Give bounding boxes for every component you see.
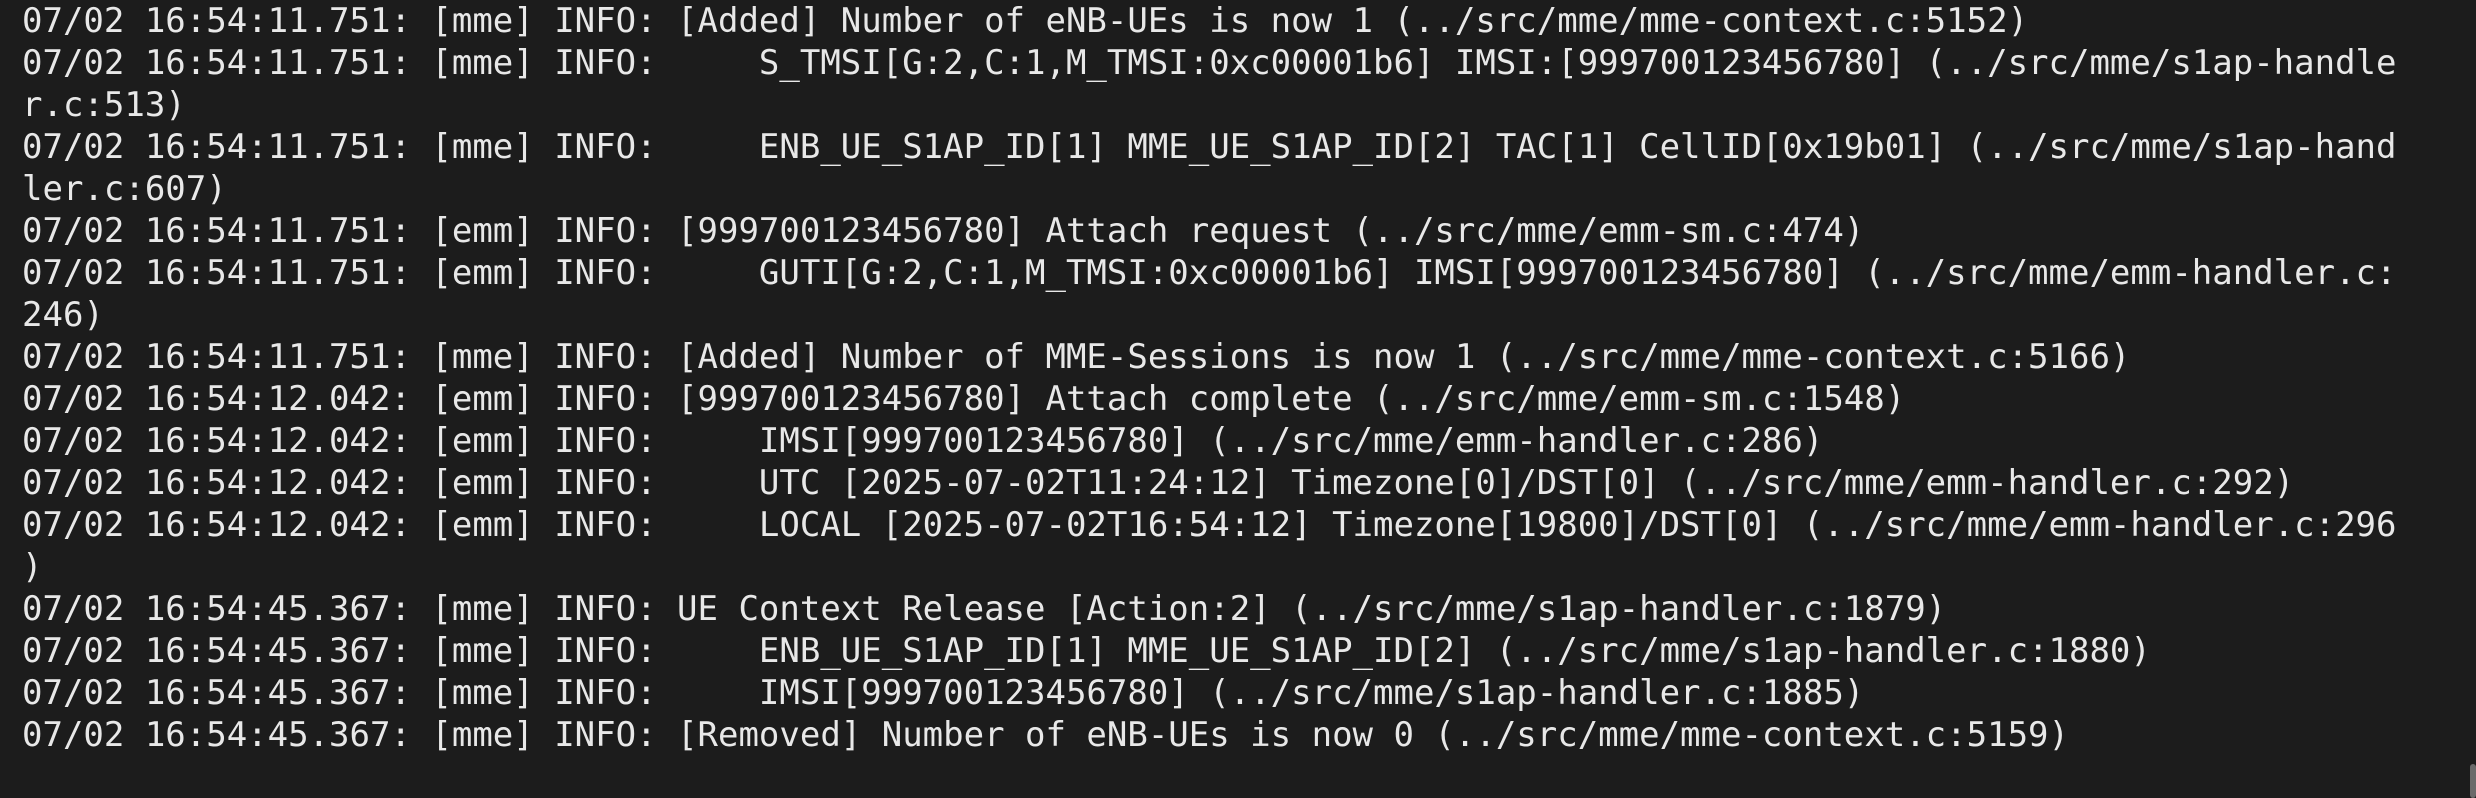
log-line: 07/02 16:54:12.042: [emm] INFO: IMSI[999… [22,421,1824,461]
log-line: 07/02 16:54:11.751: [mme] INFO: [Added] … [22,337,2131,377]
log-line: 07/02 16:54:11.751: [emm] INFO: [9997001… [22,211,1865,251]
log-line: r.c:513) [22,85,186,125]
terminal-window[interactable]: 07/02 16:54:11.751: [mme] INFO: [Added] … [0,0,2476,798]
log-line: 07/02 16:54:45.367: [mme] INFO: IMSI[999… [22,673,1865,713]
log-line: ) [22,547,43,587]
log-line: 07/02 16:54:11.751: [mme] INFO: [Added] … [22,1,2029,41]
log-line: 07/02 16:54:11.751: [mme] INFO: S_TMSI[G… [22,43,2397,83]
log-line: 07/02 16:54:12.042: [emm] INFO: UTC [202… [22,463,2295,503]
log-line: 07/02 16:54:45.367: [mme] INFO: [Removed… [22,715,2069,755]
vertical-scrollbar[interactable] [2470,764,2476,798]
log-line: 07/02 16:54:12.042: [emm] INFO: [9997001… [22,379,1906,419]
log-line: 07/02 16:54:12.042: [emm] INFO: LOCAL [2… [22,505,2397,545]
log-line: 246) [22,295,104,335]
log-output: 07/02 16:54:11.751: [mme] INFO: [Added] … [22,0,2462,756]
log-line: 07/02 16:54:45.367: [mme] INFO: ENB_UE_S… [22,631,2151,671]
log-line: 07/02 16:54:11.751: [emm] INFO: GUTI[G:2… [22,253,2397,293]
log-line: 07/02 16:54:11.751: [mme] INFO: ENB_UE_S… [22,127,2397,167]
log-line: ler.c:607) [22,169,227,209]
log-line: 07/02 16:54:45.367: [mme] INFO: UE Conte… [22,589,1947,629]
